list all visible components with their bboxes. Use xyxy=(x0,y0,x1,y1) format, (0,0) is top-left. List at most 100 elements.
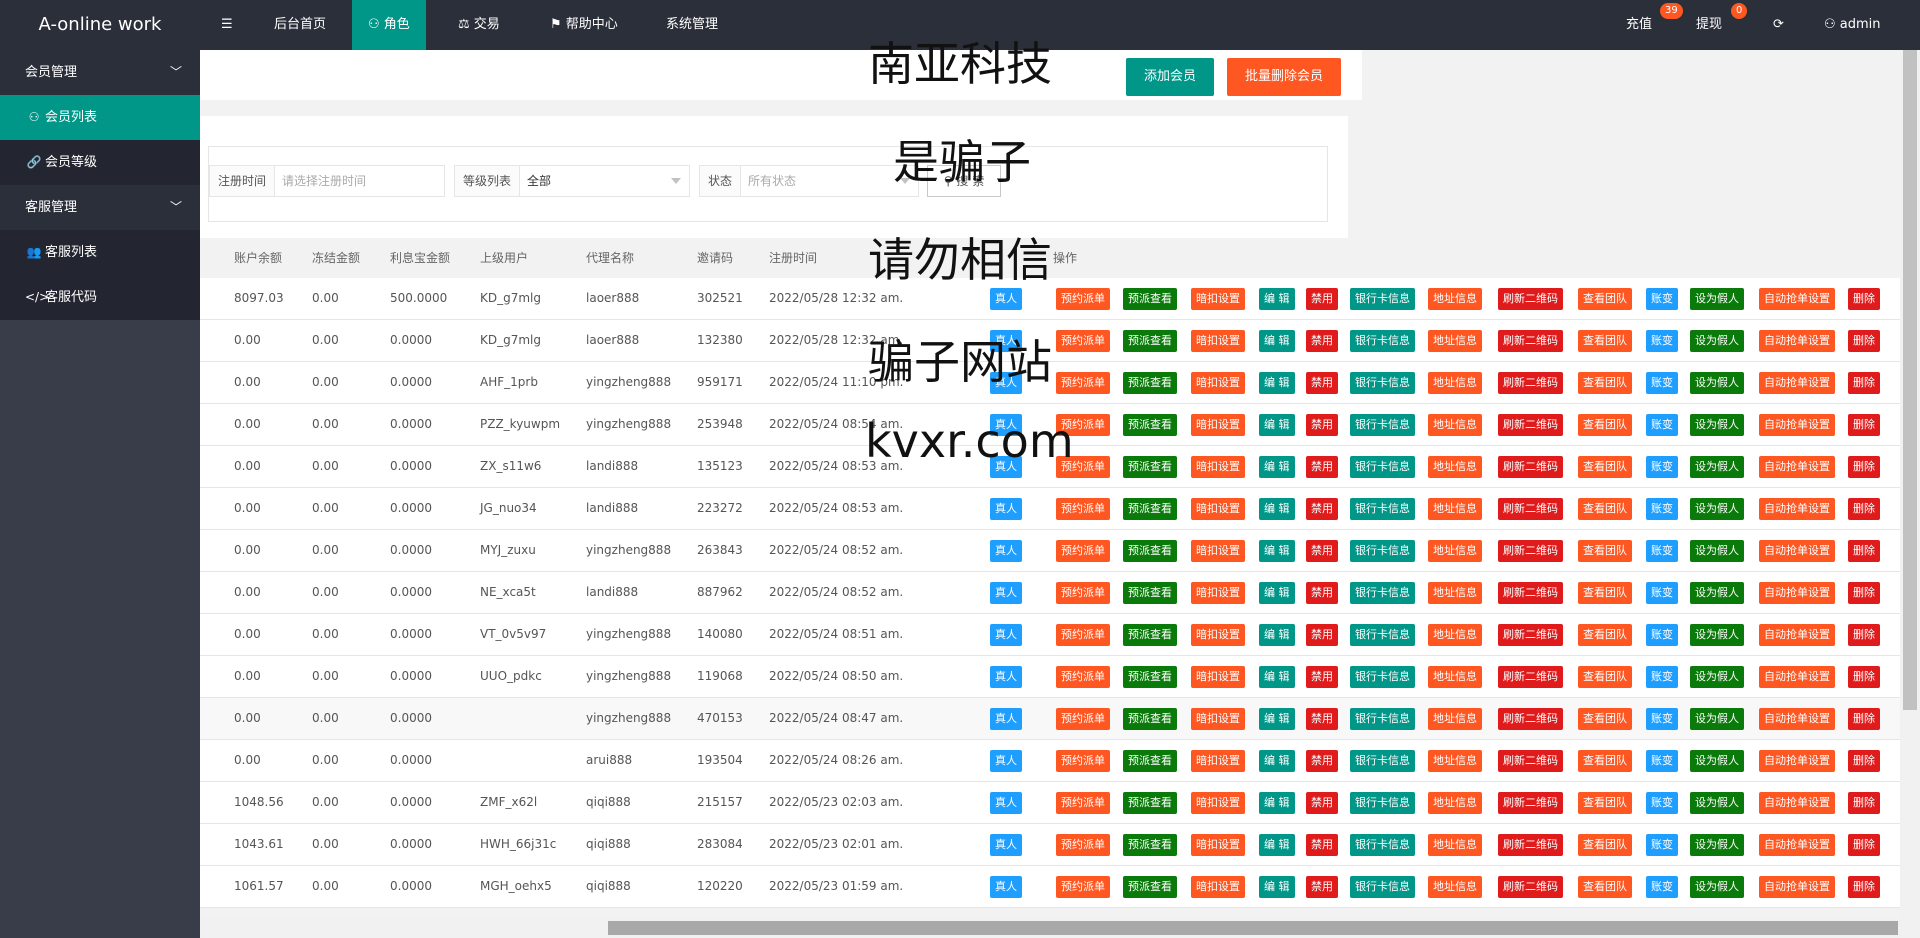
action-button-3[interactable]: 编 辑 xyxy=(1259,792,1295,814)
action-button-8[interactable]: 查看团队 xyxy=(1578,456,1632,478)
action-button-10[interactable]: 设为假人 xyxy=(1690,624,1744,646)
action-button-2[interactable]: 暗扣设置 xyxy=(1191,288,1245,310)
nav-home[interactable]: 后台首页 xyxy=(258,0,342,50)
action-button-7[interactable]: 刷新二维码 xyxy=(1498,330,1563,352)
action-button-8[interactable]: 查看团队 xyxy=(1578,624,1632,646)
action-button-11[interactable]: 自动抢单设置 xyxy=(1759,708,1835,730)
action-button-6[interactable]: 地址信息 xyxy=(1428,708,1482,730)
action-button-6[interactable]: 地址信息 xyxy=(1428,624,1482,646)
action-button-11[interactable]: 自动抢单设置 xyxy=(1759,414,1835,436)
action-button-11[interactable]: 自动抢单设置 xyxy=(1759,624,1835,646)
action-button-12[interactable]: 删除 xyxy=(1848,666,1880,688)
action-button-12[interactable]: 删除 xyxy=(1848,372,1880,394)
action-button-12[interactable]: 删除 xyxy=(1848,540,1880,562)
action-button-6[interactable]: 地址信息 xyxy=(1428,792,1482,814)
action-button-5[interactable]: 银行卡信息 xyxy=(1350,666,1415,688)
action-button-1[interactable]: 预派查看 xyxy=(1123,750,1177,772)
action-button-4[interactable]: 禁用 xyxy=(1306,498,1338,520)
action-button-7[interactable]: 刷新二维码 xyxy=(1498,456,1563,478)
action-button-9[interactable]: 账变 xyxy=(1646,750,1678,772)
action-button-7[interactable]: 刷新二维码 xyxy=(1498,750,1563,772)
action-button-9[interactable]: 账变 xyxy=(1646,582,1678,604)
action-button-7[interactable]: 刷新二维码 xyxy=(1498,288,1563,310)
action-button-11[interactable]: 自动抢单设置 xyxy=(1759,876,1835,898)
sidebar-group-service[interactable]: 客服管理 ﹀ xyxy=(0,185,200,230)
action-button-0[interactable]: 预约派单 xyxy=(1056,750,1110,772)
action-button-5[interactable]: 银行卡信息 xyxy=(1350,330,1415,352)
nav-system[interactable]: 系统管理 xyxy=(650,0,734,50)
action-button-0[interactable]: 预约派单 xyxy=(1056,372,1110,394)
refresh-icon[interactable]: ⟳ xyxy=(1757,0,1800,50)
action-button-10[interactable]: 设为假人 xyxy=(1690,414,1744,436)
action-button-5[interactable]: 银行卡信息 xyxy=(1350,540,1415,562)
action-button-3[interactable]: 编 辑 xyxy=(1259,540,1295,562)
action-button-10[interactable]: 设为假人 xyxy=(1690,288,1744,310)
action-button-10[interactable]: 设为假人 xyxy=(1690,876,1744,898)
action-button-10[interactable]: 设为假人 xyxy=(1690,834,1744,856)
action-button-0[interactable]: 预约派单 xyxy=(1056,498,1110,520)
action-button-6[interactable]: 地址信息 xyxy=(1428,330,1482,352)
scrollbar-thumb[interactable] xyxy=(608,921,1898,935)
action-button-3[interactable]: 编 辑 xyxy=(1259,330,1295,352)
action-button-11[interactable]: 自动抢单设置 xyxy=(1759,372,1835,394)
action-button-3[interactable]: 编 辑 xyxy=(1259,498,1295,520)
action-button-0[interactable]: 预约派单 xyxy=(1056,708,1110,730)
action-button-4[interactable]: 禁用 xyxy=(1306,372,1338,394)
action-button-9[interactable]: 账变 xyxy=(1646,330,1678,352)
action-button-3[interactable]: 编 辑 xyxy=(1259,582,1295,604)
action-button-4[interactable]: 禁用 xyxy=(1306,792,1338,814)
action-button-9[interactable]: 账变 xyxy=(1646,708,1678,730)
action-button-5[interactable]: 银行卡信息 xyxy=(1350,792,1415,814)
action-button-3[interactable]: 编 辑 xyxy=(1259,372,1295,394)
action-button-2[interactable]: 暗扣设置 xyxy=(1191,330,1245,352)
action-button-3[interactable]: 编 辑 xyxy=(1259,876,1295,898)
action-button-6[interactable]: 地址信息 xyxy=(1428,288,1482,310)
action-button-3[interactable]: 编 辑 xyxy=(1259,288,1295,310)
action-button-4[interactable]: 禁用 xyxy=(1306,456,1338,478)
app-logo[interactable]: A-online work xyxy=(0,0,200,50)
action-button-4[interactable]: 禁用 xyxy=(1306,414,1338,436)
action-button-12[interactable]: 删除 xyxy=(1848,414,1880,436)
action-button-10[interactable]: 设为假人 xyxy=(1690,498,1744,520)
action-button-0[interactable]: 预约派单 xyxy=(1056,330,1110,352)
action-button-9[interactable]: 账变 xyxy=(1646,834,1678,856)
action-button-5[interactable]: 银行卡信息 xyxy=(1350,372,1415,394)
level-filter[interactable]: 等级列表 全部 xyxy=(454,165,690,197)
action-button-12[interactable]: 删除 xyxy=(1848,792,1880,814)
action-button-10[interactable]: 设为假人 xyxy=(1690,582,1744,604)
action-button-3[interactable]: 编 辑 xyxy=(1259,750,1295,772)
action-button-10[interactable]: 设为假人 xyxy=(1690,540,1744,562)
nav-trade[interactable]: ⚖ 交易 xyxy=(442,0,516,50)
action-button-10[interactable]: 设为假人 xyxy=(1690,666,1744,688)
action-button-10[interactable]: 设为假人 xyxy=(1690,750,1744,772)
action-button-5[interactable]: 银行卡信息 xyxy=(1350,708,1415,730)
action-button-11[interactable]: 自动抢单设置 xyxy=(1759,750,1835,772)
action-button-4[interactable]: 禁用 xyxy=(1306,834,1338,856)
action-button-6[interactable]: 地址信息 xyxy=(1428,414,1482,436)
action-button-8[interactable]: 查看团队 xyxy=(1578,666,1632,688)
action-button-7[interactable]: 刷新二维码 xyxy=(1498,624,1563,646)
action-button-3[interactable]: 编 辑 xyxy=(1259,834,1295,856)
action-button-8[interactable]: 查看团队 xyxy=(1578,750,1632,772)
action-button-4[interactable]: 禁用 xyxy=(1306,540,1338,562)
action-button-12[interactable]: 删除 xyxy=(1848,330,1880,352)
column-header-frozen[interactable]: 冻结金额 xyxy=(312,238,360,278)
action-button-2[interactable]: 暗扣设置 xyxy=(1191,792,1245,814)
action-button-4[interactable]: 禁用 xyxy=(1306,708,1338,730)
action-button-8[interactable]: 查看团队 xyxy=(1578,372,1632,394)
nav-role[interactable]: ⚇ 角色 xyxy=(352,0,426,50)
action-button-7[interactable]: 刷新二维码 xyxy=(1498,666,1563,688)
action-button-6[interactable]: 地址信息 xyxy=(1428,456,1482,478)
action-button-9[interactable]: 账变 xyxy=(1646,666,1678,688)
action-button-5[interactable]: 银行卡信息 xyxy=(1350,834,1415,856)
action-button-6[interactable]: 地址信息 xyxy=(1428,876,1482,898)
action-button-8[interactable]: 查看团队 xyxy=(1578,792,1632,814)
action-button-0[interactable]: 预约派单 xyxy=(1056,834,1110,856)
action-button-6[interactable]: 地址信息 xyxy=(1428,750,1482,772)
action-button-10[interactable]: 设为假人 xyxy=(1690,330,1744,352)
table-row[interactable]: 0.00 0.00 0.0000 JG_nuo34 landi888 223272 2022… xyxy=(200,488,1900,530)
table-row[interactable]: 0.00 0.00 0.0000 MYJ_zuxu yingzheng888 263843… xyxy=(200,530,1900,572)
table-row[interactable]: 0.00 0.00 0.0000 VT_0v5v97 yingzheng888 14008… xyxy=(200,614,1900,656)
action-button-1[interactable]: 预派查看 xyxy=(1123,582,1177,604)
horizontal-scrollbar[interactable] xyxy=(200,918,1920,938)
